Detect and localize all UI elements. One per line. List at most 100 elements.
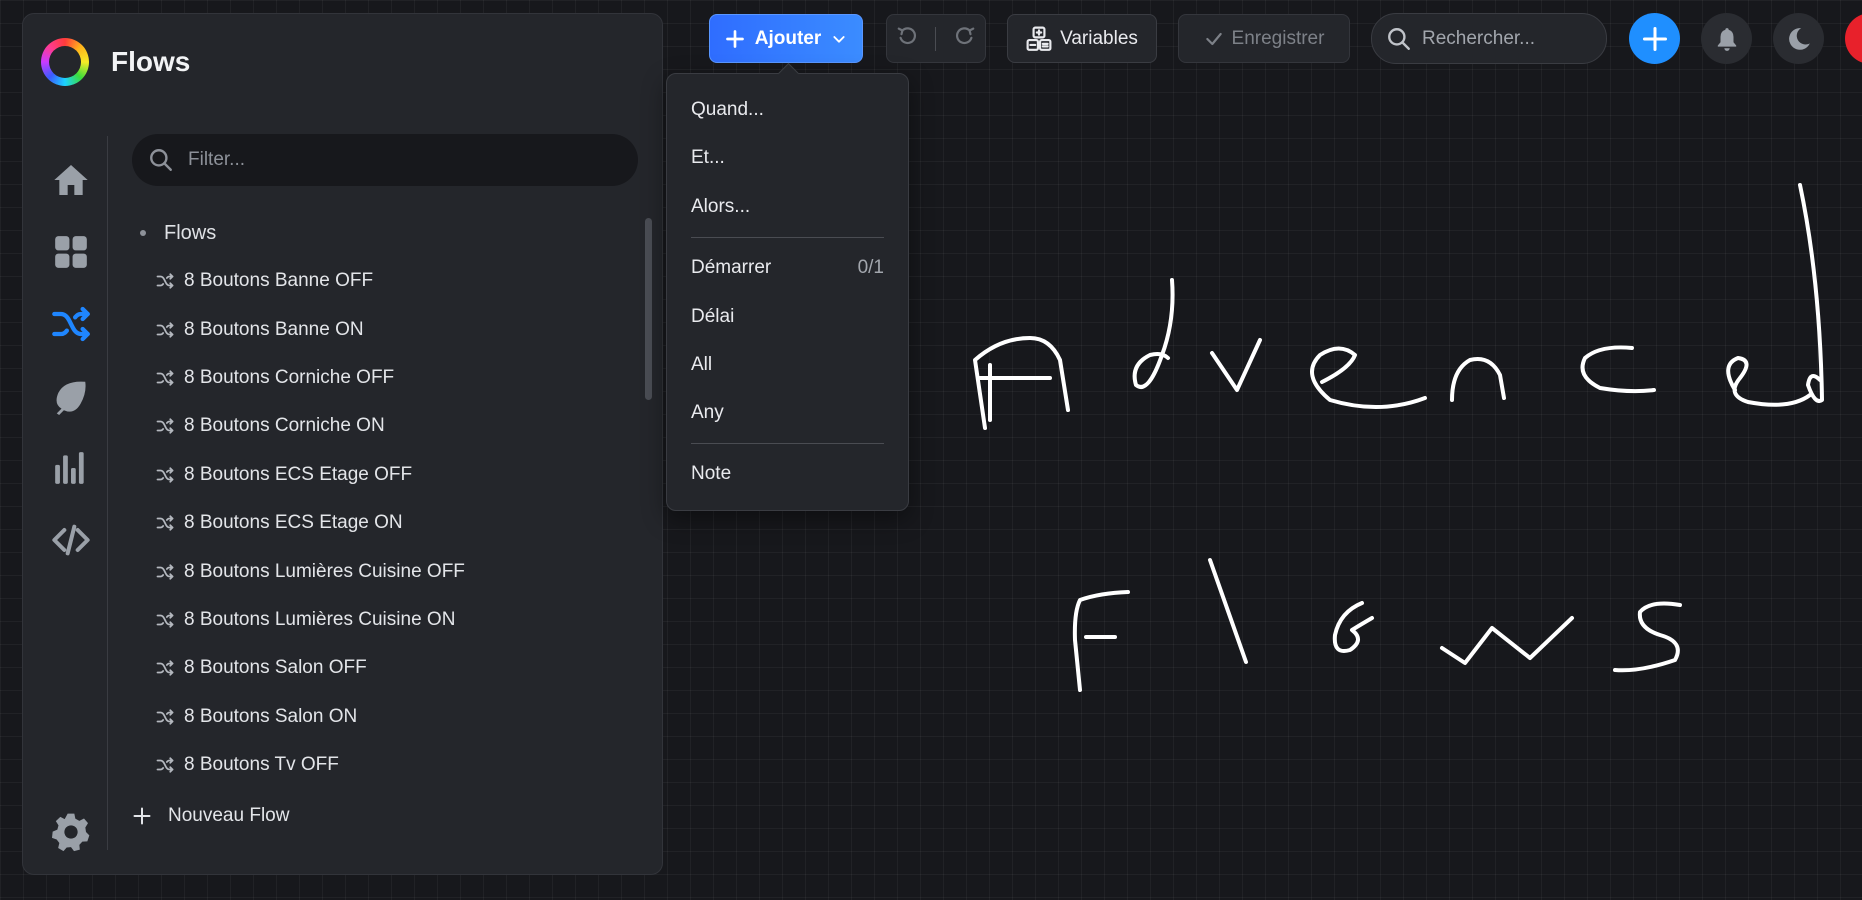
dashboard-grid-icon xyxy=(55,236,87,268)
theme-toggle-button[interactable] xyxy=(1773,13,1824,64)
flow-shuffle-icon xyxy=(156,563,176,581)
add-button[interactable]: Ajouter xyxy=(709,14,863,63)
bell-icon xyxy=(1717,27,1736,51)
gear-icon xyxy=(52,813,90,852)
flow-list-item[interactable]: 8 Boutons Tv OFF xyxy=(132,741,632,789)
redo-button[interactable] xyxy=(954,25,976,52)
save-label: Enregistrer xyxy=(1231,27,1325,49)
menu-item-delay[interactable]: Délai xyxy=(691,297,884,337)
check-icon xyxy=(1205,32,1222,45)
nav-scripts[interactable] xyxy=(37,504,105,576)
flow-shuffle-icon xyxy=(156,708,176,726)
flow-name: 8 Boutons ECS Etage OFF xyxy=(184,463,413,485)
flow-list-item[interactable]: 8 Boutons Banne ON xyxy=(132,305,632,353)
flow-name: 8 Boutons Corniche ON xyxy=(184,415,385,437)
filter-field[interactable] xyxy=(132,134,638,186)
add-card-dropdown: Quand... Et... Alors... Démarrer 0/1 Dél… xyxy=(666,73,909,511)
flow-name: 8 Boutons Banne OFF xyxy=(184,270,374,292)
flow-name: 8 Boutons Lumières Cuisine OFF xyxy=(184,560,465,582)
menu-item-any[interactable]: Any xyxy=(691,393,884,433)
flow-shuffle-icon xyxy=(156,417,176,435)
search-icon xyxy=(150,149,172,171)
flow-folder-root[interactable]: Flows xyxy=(132,209,632,257)
menu-item-label: Any xyxy=(691,402,724,423)
undo-button[interactable] xyxy=(896,25,918,52)
nav-divider xyxy=(107,136,108,850)
flow-list-item[interactable]: 8 Boutons Salon OFF xyxy=(132,644,632,692)
menu-item-label: All xyxy=(691,354,713,375)
menu-item-all[interactable]: All xyxy=(691,345,884,385)
save-button[interactable]: Enregistrer xyxy=(1178,14,1350,63)
quick-add-button[interactable] xyxy=(1629,13,1680,64)
bullet-dot xyxy=(140,230,146,236)
code-icon xyxy=(52,524,90,556)
menu-item-and[interactable]: Et... xyxy=(691,138,884,178)
flow-shuffle-icon xyxy=(156,611,176,629)
menu-item-label: Note xyxy=(691,463,732,484)
flow-folder-label: Flows xyxy=(164,221,217,244)
nav-dashboards[interactable] xyxy=(37,216,105,288)
panel-header: Flows xyxy=(41,32,190,92)
nav-energy[interactable] xyxy=(37,360,105,432)
app-logo[interactable] xyxy=(41,38,89,86)
plus-icon xyxy=(1642,26,1667,51)
menu-divider xyxy=(691,237,884,238)
flow-list-item[interactable]: 8 Boutons Corniche ON xyxy=(132,402,632,450)
undo-icon xyxy=(897,27,916,45)
undo-separator xyxy=(935,26,937,51)
nav-settings[interactable] xyxy=(37,796,105,868)
notifications-button[interactable] xyxy=(1701,13,1752,64)
menu-divider xyxy=(691,443,884,444)
search-input[interactable] xyxy=(1422,27,1592,50)
flow-shuffle-icon xyxy=(156,321,176,339)
menu-item-label: Quand... xyxy=(691,99,764,120)
menu-item-when[interactable]: Quand... xyxy=(691,90,884,130)
home-icon xyxy=(54,165,88,195)
flow-list-item[interactable]: 8 Boutons Corniche OFF xyxy=(132,354,632,402)
variables-icon xyxy=(1026,26,1052,51)
nav-flows[interactable] xyxy=(37,288,105,360)
menu-item-label: Et... xyxy=(691,147,725,168)
flow-shuffle-icon xyxy=(156,272,176,290)
panel-title: Flows xyxy=(111,46,191,77)
nav-home[interactable] xyxy=(37,144,105,216)
flow-name: 8 Boutons Salon OFF xyxy=(184,657,367,679)
search-icon xyxy=(1388,27,1410,50)
menu-item-count: 0/1 xyxy=(857,257,884,278)
variables-button[interactable]: Variables xyxy=(1007,14,1157,63)
flow-list-scrollbar[interactable] xyxy=(645,218,652,400)
flow-shuffle-icon xyxy=(156,369,176,387)
plus-icon xyxy=(725,29,744,48)
filter-input[interactable] xyxy=(188,149,628,171)
menu-item-note[interactable]: Note xyxy=(691,454,884,494)
search-field[interactable] xyxy=(1371,13,1607,64)
variables-label: Variables xyxy=(1060,27,1138,49)
menu-item-start[interactable]: Démarrer 0/1 xyxy=(691,248,884,288)
flow-list-item[interactable]: 8 Boutons Lumières Cuisine ON xyxy=(132,596,632,644)
flow-name: 8 Boutons Banne ON xyxy=(184,318,364,340)
flow-list-item[interactable]: 8 Boutons ECS Etage OFF xyxy=(132,451,632,499)
nav-insights[interactable] xyxy=(37,432,105,504)
flow-list-item[interactable]: 8 Boutons ECS Etage ON xyxy=(132,499,632,547)
flow-list-item[interactable]: 8 Boutons Lumières Cuisine OFF xyxy=(132,547,632,595)
flow-name: 8 Boutons Tv OFF xyxy=(184,754,339,776)
menu-item-label: Délai xyxy=(691,306,735,327)
flow-name: 8 Boutons Salon ON xyxy=(184,705,358,727)
plus-icon xyxy=(132,806,154,826)
flow-name: 8 Boutons ECS Etage ON xyxy=(184,512,403,534)
moon-icon xyxy=(1788,27,1810,50)
leaf-icon xyxy=(56,381,86,415)
undo-redo-group xyxy=(886,14,986,63)
menu-item-label: Démarrer xyxy=(691,257,772,278)
add-button-label: Ajouter xyxy=(754,27,822,49)
flow-list-item[interactable]: 8 Boutons Banne OFF xyxy=(132,257,632,305)
chevron-down-icon xyxy=(833,35,845,43)
new-flow-button[interactable]: Nouveau Flow xyxy=(132,794,289,838)
flow-shuffle-icon xyxy=(156,756,176,774)
flow-list: Flows 8 Boutons Banne OFF 8 Boutons Banne… xyxy=(132,209,632,789)
flow-list-item[interactable]: 8 Boutons Salon ON xyxy=(132,693,632,741)
flows-shuffle-icon xyxy=(52,306,90,342)
flow-shuffle-icon xyxy=(156,514,176,532)
menu-item-then[interactable]: Alors... xyxy=(691,187,884,227)
flow-shuffle-icon xyxy=(156,466,176,484)
